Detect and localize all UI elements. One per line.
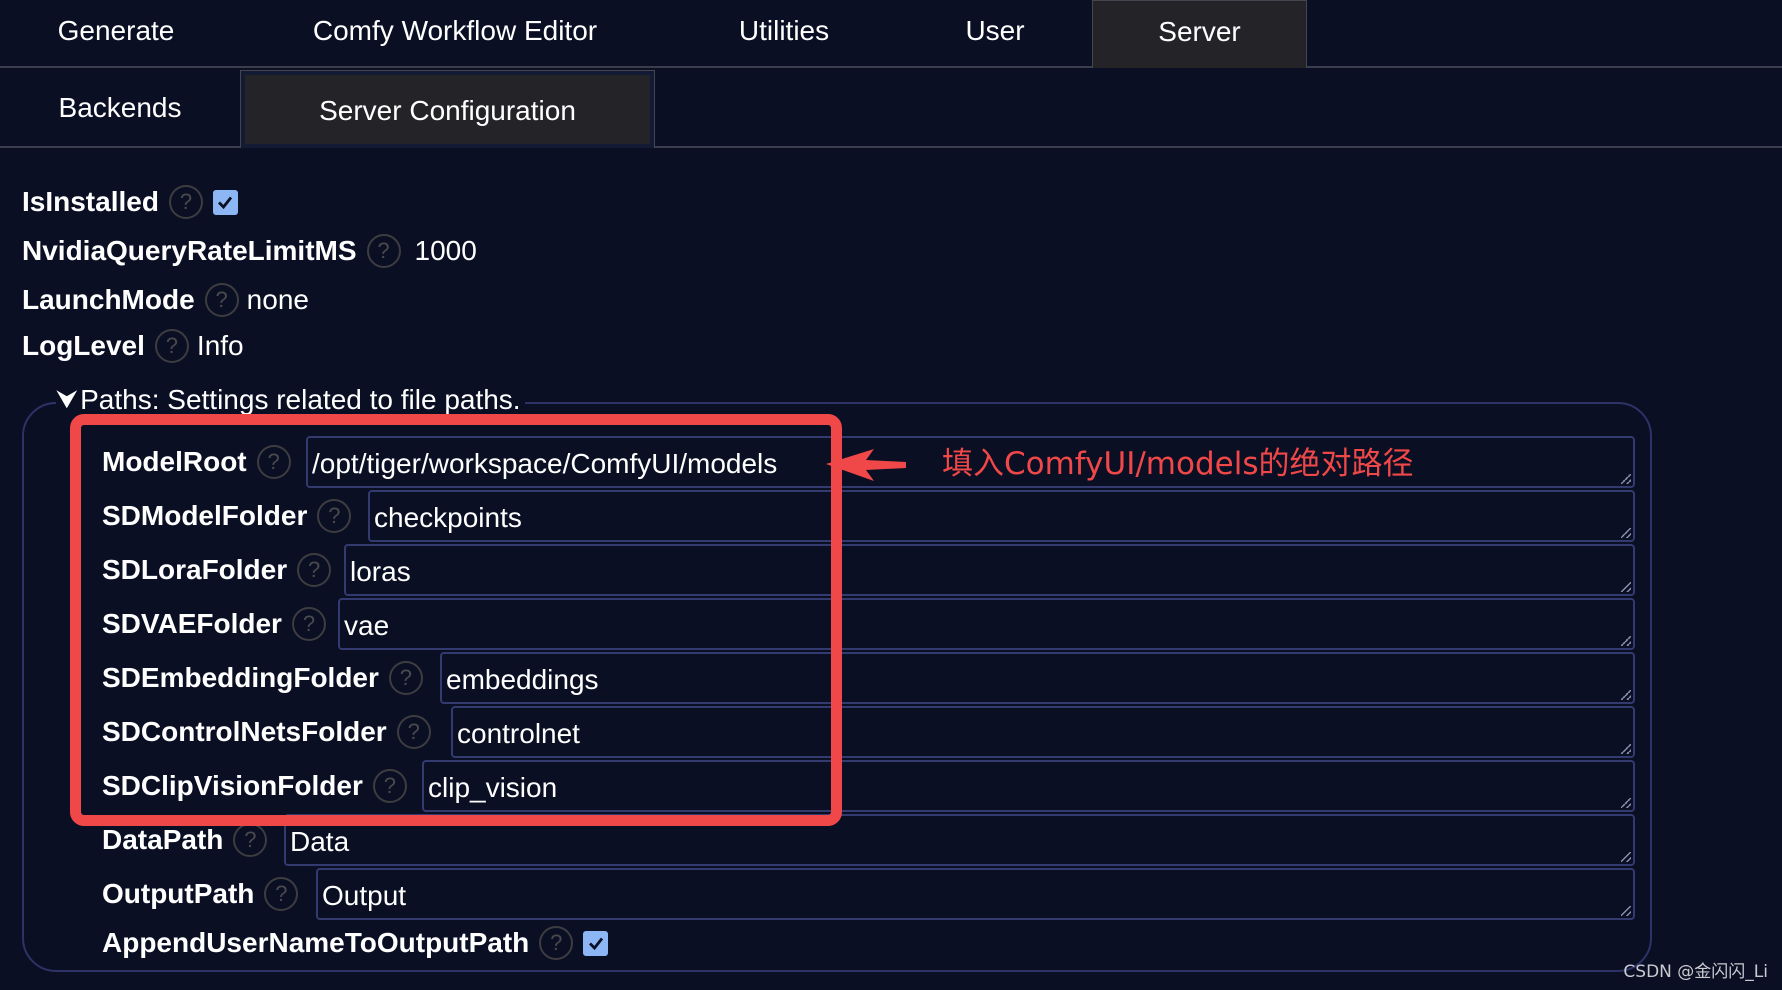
subtab-backends[interactable]: Backends (0, 68, 240, 146)
path-label: AppendUserNameToOutputPath (102, 927, 530, 958)
annotation-arrow-icon (826, 449, 906, 481)
resize-handle-icon[interactable] (1621, 582, 1631, 592)
nvidia-rate-value[interactable]: 1000 (415, 235, 477, 267)
help-icon[interactable]: ? (168, 185, 203, 219)
path-row-modelroot: ModelRoot ? (102, 443, 299, 481)
path-label: SDModelFolder (102, 500, 308, 531)
sdcontrolnetsfolder-field[interactable]: controlnet (451, 706, 1635, 758)
path-label: DataPath (102, 824, 224, 855)
help-icon[interactable]: ? (388, 661, 423, 695)
append-username-checkbox[interactable] (583, 930, 609, 956)
path-row-sdvaefolder: SDVAEFolder ? (102, 605, 334, 643)
log-level-value[interactable]: Info (197, 330, 244, 362)
datapath-field[interactable]: Data (284, 814, 1635, 866)
resize-handle-icon[interactable] (1621, 906, 1631, 916)
help-icon[interactable]: ? (256, 445, 291, 479)
path-row-sdmodelfolder: SDModelFolder ? (102, 497, 359, 535)
chevron-down-icon[interactable]: ⮟ (56, 384, 78, 416)
annotation-text: 填入ComfyUI/models的绝对路径 (942, 446, 1414, 482)
path-label: SDLoraFolder (102, 554, 288, 585)
resize-handle-icon[interactable] (1621, 690, 1631, 700)
path-label: SDClipVisionFolder (102, 770, 363, 801)
help-icon[interactable]: ? (264, 877, 299, 911)
path-label: ModelRoot (102, 446, 247, 477)
setting-label: IsInstalled (22, 186, 159, 217)
setting-log-level: LogLevel ? Info (22, 327, 244, 365)
setting-launch-mode: LaunchMode ? none (22, 281, 309, 319)
help-icon[interactable]: ? (396, 715, 431, 749)
setting-label: NvidiaQueryRateLimitMS (22, 235, 357, 266)
help-icon[interactable]: ? (204, 283, 239, 317)
path-label: SDControlNetsFolder (102, 716, 387, 747)
resize-handle-icon[interactable] (1621, 744, 1631, 754)
path-row-sdclipvisionfolder: SDClipVisionFolder ? (102, 767, 415, 805)
setting-label: LogLevel (22, 330, 145, 361)
tab-utilities[interactable]: Utilities (700, 0, 868, 68)
sdvaefolder-field[interactable]: vae (338, 598, 1635, 650)
help-icon[interactable]: ? (372, 769, 407, 803)
help-icon[interactable]: ? (297, 553, 332, 587)
path-label: SDVAEFolder (102, 608, 282, 639)
tab-comfy-workflow-editor[interactable]: Comfy Workflow Editor (265, 0, 645, 68)
sdmodelfolder-field[interactable]: checkpoints (368, 490, 1635, 542)
sub-nav: Backends Server Configuration (0, 68, 1782, 148)
checkmark-icon (218, 196, 233, 210)
tab-generate[interactable]: Generate (0, 0, 232, 68)
path-row-datapath: DataPath ? (102, 821, 275, 859)
help-icon[interactable]: ? (317, 499, 352, 533)
help-icon[interactable]: ? (539, 926, 574, 960)
launch-mode-value[interactable]: none (247, 284, 309, 316)
path-row-sdcontrolnetsfolder: SDControlNetsFolder ? (102, 713, 439, 751)
setting-label: LaunchMode (22, 284, 195, 315)
path-row-sdlorafolder: SDLoraFolder ? (102, 551, 339, 589)
path-row-appendusername: AppendUserNameToOutputPath ? (102, 924, 609, 962)
watermark: CSDN @金闪闪_Li (1623, 962, 1768, 982)
path-row-sdembeddingfolder: SDEmbeddingFolder ? (102, 659, 431, 697)
setting-is-installed: IsInstalled ? (22, 183, 238, 221)
help-icon[interactable]: ? (366, 234, 401, 268)
outputpath-field[interactable]: Output (316, 868, 1635, 920)
sdclipvisionfolder-field[interactable]: clip_vision (422, 760, 1635, 812)
tab-server[interactable]: Server (1092, 0, 1307, 68)
path-row-outputpath: OutputPath ? (102, 875, 306, 913)
help-icon[interactable]: ? (154, 329, 189, 363)
subtab-server-configuration[interactable]: Server Configuration (240, 70, 655, 148)
top-nav: Generate Comfy Workflow Editor Utilities… (0, 0, 1782, 68)
sdlorafolder-field[interactable]: loras (344, 544, 1635, 596)
help-icon[interactable]: ? (233, 823, 268, 857)
path-label: OutputPath (102, 878, 255, 909)
tab-user[interactable]: User (910, 0, 1080, 68)
resize-handle-icon[interactable] (1621, 798, 1631, 808)
resize-handle-icon[interactable] (1621, 474, 1631, 484)
paths-legend[interactable]: ⮟ Paths: Settings related to file paths. (56, 384, 525, 416)
resize-handle-icon[interactable] (1621, 528, 1631, 538)
help-icon[interactable]: ? (291, 607, 326, 641)
checkmark-icon (588, 937, 603, 951)
path-label: SDEmbeddingFolder (102, 662, 379, 693)
is-installed-checkbox[interactable] (212, 189, 238, 215)
sdembeddingfolder-field[interactable]: embeddings (440, 652, 1635, 704)
resize-handle-icon[interactable] (1621, 852, 1631, 862)
resize-handle-icon[interactable] (1621, 636, 1631, 646)
paths-legend-text: Paths: Settings related to file paths. (80, 384, 521, 415)
setting-nvidia-rate: NvidiaQueryRateLimitMS ? 1000 (22, 232, 477, 270)
